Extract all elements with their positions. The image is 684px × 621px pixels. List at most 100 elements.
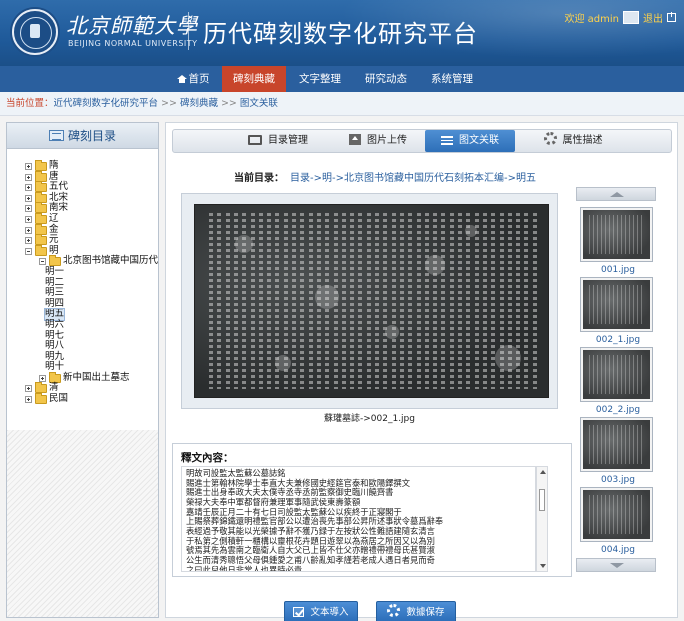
tab-attribute-desc[interactable]: 属性描述 [528,130,618,152]
expand-icon[interactable] [25,205,32,213]
thumbnail-picture [583,350,650,399]
thumbnail-label[interactable]: 004.jpg [576,545,660,555]
user-avatar-icon[interactable] [623,11,639,24]
university-name-cn: 北京師範大學 [66,14,198,38]
rubbing-text-column [383,213,388,389]
catalog-sidebar: 碑刻目录 隋唐五代 北宋 南宋辽金元明北京图书馆藏中国历代石 明一 明二 明三 明四 明五 明六… [6,122,159,618]
nav-item-research[interactable]: 研究动态 [354,66,418,92]
tree-node-label[interactable]: 辽 [49,213,59,225]
thumbnail-label[interactable]: 002_2.jpg [576,405,660,415]
collapse-icon[interactable] [39,258,46,266]
collapse-icon[interactable] [25,247,32,255]
tab-image-upload[interactable]: 图片上传 [333,130,423,152]
rubbing-weathering [315,285,339,309]
tree-node[interactable]: 唐 [7,170,158,183]
transcription-scrollbar[interactable] [536,466,548,572]
tree-node[interactable]: 明九 [7,351,158,363]
thumbnail-scroll-up-button[interactable] [576,187,656,201]
nav-item-collection[interactable]: 碑刻典藏 [222,66,286,92]
catalog-tree: 隋唐五代 北宋 南宋辽金元明北京图书馆藏中国历代石 明一 明二 明三 明四 明五 明六 明七 明八明… [7,151,158,471]
expand-icon[interactable] [25,194,32,202]
scroll-up-icon[interactable] [540,470,546,474]
tree-node[interactable]: 明七 [7,330,158,342]
tree-node[interactable]: 明八 [7,340,158,352]
breadcrumb-item[interactable]: 碑刻典藏 [180,98,218,109]
tab-image-text-link[interactable]: 图文关联 [425,130,515,152]
logout-icon[interactable] [667,12,676,22]
tree-node[interactable]: 隋 [7,160,158,172]
image-caption: 蘇瓘墓誌->002_1.jpg [324,414,415,424]
tree-node[interactable]: 新中国出土墓志 [7,371,158,384]
tree-node[interactable]: 明六 [7,319,158,331]
save-data-button[interactable]: 數據保存 [376,601,456,621]
thumbnail-strip: 001.jpg 002_1.jpg 002_2.jpg 003.jpg 004.… [576,183,666,573]
expand-icon[interactable] [25,237,32,245]
breadcrumb-separator: >> [161,98,177,109]
tree-node[interactable]: 明二 [7,277,158,289]
breadcrumb-item[interactable]: 图文关联 [240,98,278,109]
nav-item-text[interactable]: 文字整理 [288,66,352,92]
expand-icon[interactable] [25,173,32,181]
thumbnail-label[interactable]: 001.jpg [576,265,660,275]
tree-node-label[interactable]: 隋 [49,160,59,172]
main-nav: 首页 碑刻典藏 文字整理 研究动态 系统管理 [0,66,684,92]
sidebar-title: 碑刻目录 [67,129,116,143]
tree-node[interactable]: 元 [7,234,158,246]
rubbing-text-column [458,213,462,389]
expand-icon[interactable] [25,385,32,393]
tree-node[interactable]: 明五 [7,308,158,321]
sidebar-header: 碑刻目录 [7,123,158,149]
tree-node[interactable]: 民国 [7,393,158,405]
thumbnail-label[interactable]: 002_1.jpg [576,335,660,345]
current-dir-path[interactable]: 目录->明->北京图书馆藏中国历代石刻拓本汇编->明五 [290,173,536,184]
rubbing-weathering [235,235,253,253]
expand-icon[interactable] [25,215,32,223]
thumbnail-image[interactable] [580,347,653,402]
breadcrumb: 当前位置：近代碑刻数字化研究平台 >> 碑刻典藏 >> 图文关联 [0,92,684,116]
tab-catalog-manage[interactable]: 目录管理 [233,130,323,152]
tree-node[interactable]: 五代 [7,181,158,193]
current-dir-label: 当前目录： [234,173,284,184]
tree-node-label[interactable]: 民国 [49,393,68,405]
monitor-icon [248,135,262,145]
expand-icon[interactable] [25,226,32,234]
nav-item-home[interactable]: 首页 [166,66,220,92]
tree-node[interactable]: 清 [7,382,158,394]
tree-node[interactable]: 南宋 [7,202,158,214]
thumbnail-picture [583,280,650,329]
check-icon [293,607,305,617]
thumbnail-image[interactable] [580,487,653,542]
thumbnail-scroll-down-button[interactable] [576,558,656,572]
tree-node-label[interactable]: 北京图书馆藏中国历代石 [63,256,158,267]
tree-node[interactable]: 北宋 [7,191,158,204]
thumbnail-image[interactable] [580,207,653,262]
thumbnail-label[interactable]: 003.jpg [576,475,660,485]
transcription-textarea[interactable]: 明故司設監太監蘇公墓誌銘 賜進士第翰林院學士奉直大夫兼修國史經筵官泰和歐陽鐸撰文賜… [181,466,536,572]
rubbing-text-column [399,213,404,389]
tree-node[interactable]: 明一 [7,266,158,278]
scrollbar-thumb[interactable] [539,489,545,511]
tree-node-label[interactable]: 新中国出土墓志 [63,372,130,384]
tree-node[interactable]: 北京图书馆藏中国历代石 [7,255,158,267]
thumbnail-image[interactable] [580,277,653,332]
nav-item-admin[interactable]: 系统管理 [420,66,484,92]
scroll-down-icon[interactable] [540,564,546,568]
gear-icon [387,604,401,617]
tree-node[interactable]: 明三 [7,288,158,299]
breadcrumb-item[interactable]: 近代碑刻数字化研究平台 [54,98,159,109]
tree-node-label[interactable]: 明六 [45,319,64,331]
tree-node[interactable]: 辽 [7,212,158,225]
tree-node[interactable]: 明四 [7,298,158,310]
expand-icon[interactable] [25,163,32,170]
tree-node-label[interactable]: 明一 [45,266,64,278]
expand-icon[interactable] [25,396,32,404]
expand-icon[interactable] [39,374,46,382]
image-viewer[interactable] [181,193,558,409]
logout-link[interactable]: 退出 [643,10,663,25]
tab-label: 图文关联 [459,135,499,146]
rubbing-image[interactable] [194,204,549,398]
expand-icon[interactable] [25,184,32,192]
import-text-button[interactable]: 文本導入 [284,601,358,621]
thumbnail-image[interactable] [580,417,653,472]
tree-node[interactable]: 金 [7,223,158,236]
